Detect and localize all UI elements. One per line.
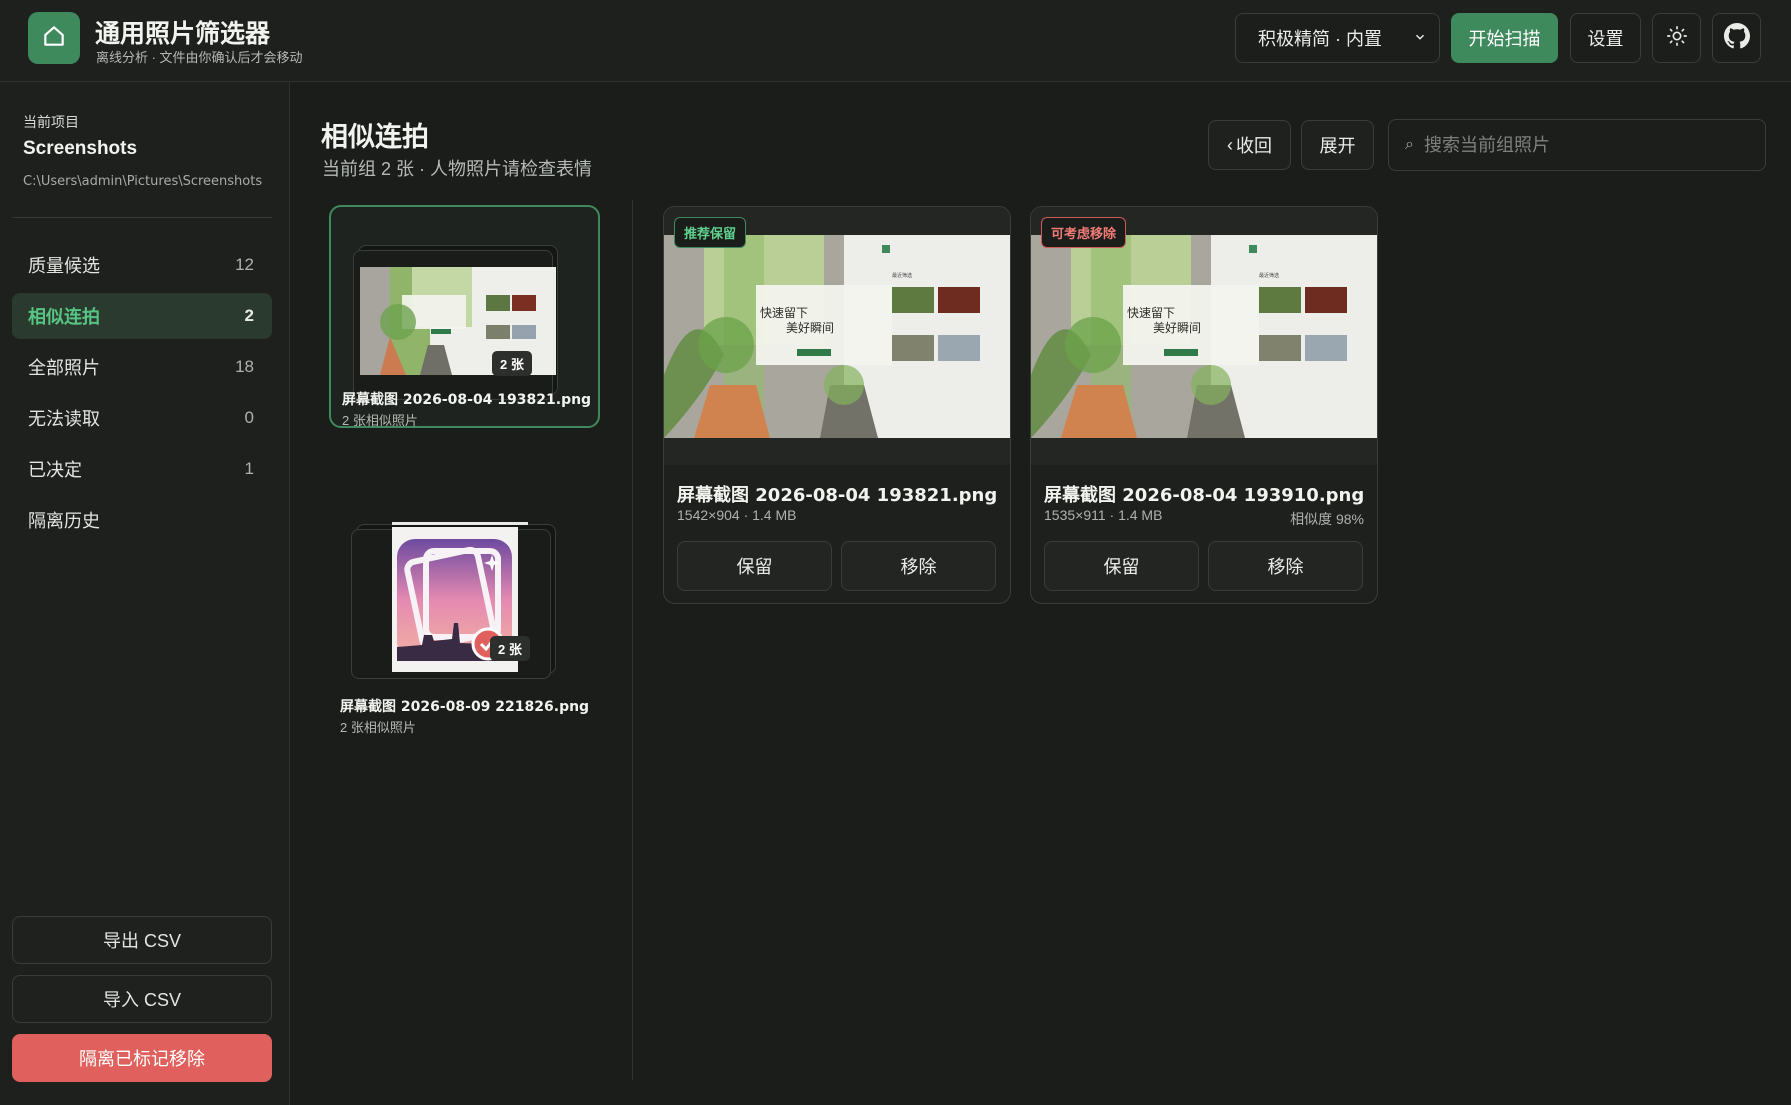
sidebar-item-count: 12 [235, 255, 254, 274]
search-box[interactable]: ⌕ [1388, 119, 1766, 171]
sun-icon [1666, 25, 1688, 52]
home-logo[interactable] [28, 12, 80, 64]
search-icon: ⌕ [1405, 136, 1414, 153]
remove-button[interactable]: 移除 [841, 541, 996, 591]
group-name: 屏幕截图 2026-08-04 193821.png [342, 392, 592, 408]
photo-preview[interactable]: 快速留下 美好瞬间 最近筛选 推荐保留 [664, 207, 1010, 465]
thumb-text-2: 美好瞬间 [786, 321, 834, 335]
chevron-left-icon: ‹ [1227, 134, 1233, 155]
group-meta: 2 张相似照片 [340, 720, 416, 735]
photo-meta: 1535×911 · 1.4 MB [1044, 507, 1163, 523]
photo-card[interactable]: 快速留下 美好瞬间 最近筛选 推荐保留 屏幕截图 2026-08-04 1938… [663, 206, 1011, 604]
sidebar-item-unreadable[interactable]: 无法读取 0 [12, 395, 272, 441]
group-count-badge: 2 张 [492, 351, 532, 376]
sidebar-item-count: 18 [235, 357, 254, 376]
sidebar-divider [12, 217, 272, 218]
export-csv-button[interactable]: 导出 CSV [12, 916, 272, 964]
thumb-text-1: 快速留下 [1127, 306, 1175, 320]
project-path: C:\Users\admin\Pictures\Screenshots [23, 174, 263, 189]
github-button[interactable] [1712, 13, 1761, 63]
group-name: 屏幕截图 2026-08-09 221826.png [340, 699, 590, 715]
thumb-small-label: 最近筛选 [1259, 272, 1279, 279]
app-subtitle: 离线分析 · 文件由你确认后才会移动 [96, 50, 303, 65]
stack-edge [392, 522, 528, 525]
sidebar-item-label: 已决定 [28, 460, 82, 480]
sidebar-item-quality[interactable]: 质量候选 12 [12, 242, 272, 288]
mode-select-value: 积极精简 · 内置 [1258, 29, 1382, 49]
start-scan-button[interactable]: 开始扫描 [1451, 13, 1558, 63]
project-name: Screenshots [23, 138, 138, 159]
sidebar-item-similar[interactable]: 相似连拍 2 [12, 293, 272, 339]
group-card[interactable]: 2 张 屏幕截图 2026-08-09 221826.png 2 张相似照片 [329, 470, 600, 735]
consider-remove-badge: 可考虑移除 [1041, 217, 1127, 248]
chevron-down-icon [1413, 28, 1427, 49]
import-csv-button[interactable]: 导入 CSV [12, 975, 272, 1023]
sidebar: 当前项目 Screenshots C:\Users\admin\Pictures… [0, 82, 290, 1105]
home-icon [41, 23, 67, 54]
page-title: 相似连拍 [321, 122, 429, 152]
app-title: 通用照片筛选器 [95, 20, 271, 48]
collapse-button[interactable]: ‹ 收回 [1208, 120, 1291, 170]
sidebar-item-count: 2 [244, 306, 254, 325]
photo-name: 屏幕截图 2026-08-04 193910.png [1044, 485, 1365, 506]
recommend-keep-badge: 推荐保留 [674, 217, 747, 248]
photo-image: 快速留下 美好瞬间 最近筛选 [1031, 235, 1377, 438]
sidebar-item-quarantine-history[interactable]: 隔离历史 [12, 497, 272, 543]
photo-name: 屏幕截图 2026-08-04 193821.png [677, 485, 998, 506]
remove-button[interactable]: 移除 [1208, 541, 1363, 591]
sidebar-item-count: 1 [244, 459, 254, 478]
content-divider [632, 200, 633, 1080]
thumb-text-2: 美好瞬间 [1153, 321, 1201, 335]
sidebar-item-label: 质量候选 [28, 256, 100, 276]
photo-card[interactable]: 快速留下 美好瞬间 最近筛选 可考虑移除 屏幕截图 2026-08-04 193… [1030, 206, 1378, 604]
keep-button[interactable]: 保留 [677, 541, 832, 591]
photo-meta: 1542×904 · 1.4 MB [677, 507, 797, 523]
thumb-text-1: 快速留下 [760, 306, 808, 320]
mode-select[interactable]: 积极精简 · 内置 [1235, 13, 1440, 63]
group-card[interactable]: 2 张 屏幕截图 2026-08-04 193821.png 2 张相似照片 [329, 205, 600, 428]
project-label: 当前项目 [23, 114, 79, 130]
app-header: 通用照片筛选器 离线分析 · 文件由你确认后才会移动 积极精简 · 内置 开始扫… [0, 0, 1791, 82]
sidebar-item-count: 0 [244, 408, 254, 427]
sidebar-item-label: 全部照片 [28, 358, 100, 378]
thumb-small-label: 最近筛选 [892, 272, 912, 279]
sidebar-item-label: 相似连拍 [28, 307, 100, 327]
keep-button[interactable]: 保留 [1044, 541, 1199, 591]
github-icon [1723, 22, 1750, 54]
sidebar-item-label: 无法读取 [28, 409, 100, 429]
photo-preview[interactable]: 快速留下 美好瞬间 最近筛选 可考虑移除 [1031, 207, 1377, 465]
quarantine-marked-button[interactable]: 隔离已标记移除 [12, 1034, 272, 1082]
group-count-badge: 2 张 [490, 636, 530, 661]
settings-button[interactable]: 设置 [1570, 13, 1641, 63]
expand-button[interactable]: 展开 [1301, 120, 1374, 170]
sidebar-item-all[interactable]: 全部照片 18 [12, 344, 272, 390]
page-subtitle: 当前组 2 张 · 人物照片请检查表情 [322, 159, 593, 179]
group-meta: 2 张相似照片 [342, 413, 418, 428]
sidebar-item-label: 隔离历史 [28, 511, 100, 531]
sidebar-item-decided[interactable]: 已决定 1 [12, 446, 272, 492]
collapse-label: 收回 [1236, 136, 1272, 156]
photo-similarity: 相似度 98% [1290, 511, 1364, 527]
search-input[interactable] [1423, 134, 1744, 156]
theme-toggle-button[interactable] [1652, 13, 1701, 63]
photo-image: 快速留下 美好瞬间 最近筛选 [664, 235, 1010, 438]
